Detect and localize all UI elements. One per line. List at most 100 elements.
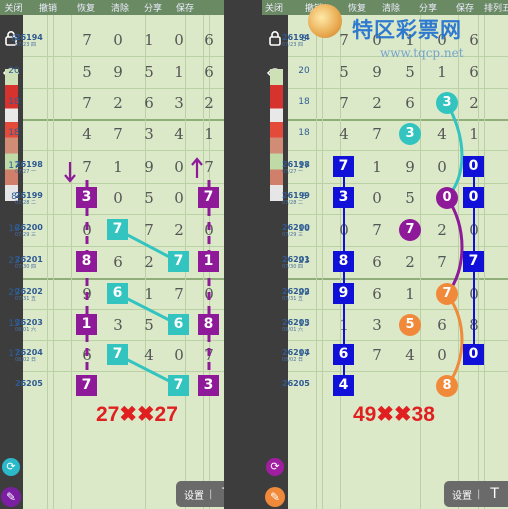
- digit-cell[interactable]: 5: [77, 62, 97, 82]
- digit-cell[interactable]: 4: [334, 124, 354, 144]
- refresh-icon[interactable]: ⟳: [266, 458, 284, 476]
- highlight-box[interactable]: 1: [76, 314, 97, 335]
- highlight-circle[interactable]: 3: [436, 92, 458, 114]
- digit-cell[interactable]: 0: [464, 284, 484, 304]
- digit-cell[interactable]: 9: [400, 157, 420, 177]
- highlight-circle[interactable]: 7: [436, 283, 458, 305]
- digit-cell[interactable]: 0: [199, 220, 219, 240]
- digit-cell[interactable]: 1: [199, 124, 219, 144]
- highlight-box[interactable]: 7: [76, 375, 97, 396]
- highlight-box[interactable]: 8: [333, 251, 354, 272]
- digit-cell[interactable]: 0: [169, 345, 189, 365]
- highlight-box[interactable]: 0: [463, 156, 484, 177]
- digit-cell[interactable]: 7: [77, 93, 97, 113]
- digit-cell[interactable]: 1: [432, 62, 452, 82]
- digit-cell[interactable]: 7: [367, 220, 387, 240]
- toolbar-close[interactable]: 关闭: [262, 1, 286, 14]
- digit-cell[interactable]: 5: [400, 62, 420, 82]
- toolbar-close[interactable]: 关闭: [0, 1, 27, 14]
- digit-cell[interactable]: 6: [464, 62, 484, 82]
- digit-cell[interactable]: 6: [199, 30, 219, 50]
- digit-cell[interactable]: 7: [77, 30, 97, 50]
- digit-cell[interactable]: 7: [432, 252, 452, 272]
- digit-cell[interactable]: 0: [432, 345, 452, 365]
- digit-cell[interactable]: 6: [77, 345, 97, 365]
- digit-cell[interactable]: 7: [367, 124, 387, 144]
- digit-cell[interactable]: 6: [367, 252, 387, 272]
- toolbar-undo[interactable]: 撤销: [27, 1, 69, 14]
- digit-cell[interactable]: 0: [77, 220, 97, 240]
- highlight-box[interactable]: 7: [333, 156, 354, 177]
- digit-cell[interactable]: 2: [400, 252, 420, 272]
- pen-icon[interactable]: ✎: [1, 487, 21, 507]
- digit-cell[interactable]: 6: [139, 93, 159, 113]
- digit-cell[interactable]: 7: [169, 284, 189, 304]
- highlight-box[interactable]: 4: [333, 375, 354, 396]
- toolbar-share[interactable]: 分享: [410, 1, 446, 14]
- digit-cell[interactable]: 2: [108, 93, 128, 113]
- digit-cell[interactable]: 0: [169, 188, 189, 208]
- toolbar-save[interactable]: 保存: [446, 1, 484, 14]
- digit-cell[interactable]: 1: [169, 62, 189, 82]
- highlight-box[interactable]: 7: [168, 375, 189, 396]
- digit-cell[interactable]: 7: [77, 157, 97, 177]
- digit-cell[interactable]: 0: [108, 30, 128, 50]
- toolbar-lottery-type[interactable]: 排列五: [484, 1, 508, 14]
- highlight-box[interactable]: 7: [463, 251, 484, 272]
- digit-cell[interactable]: 1: [108, 157, 128, 177]
- settings-button[interactable]: 设置| T: [444, 481, 508, 507]
- highlight-circle[interactable]: 7: [399, 219, 421, 241]
- digit-cell[interactable]: 2: [169, 220, 189, 240]
- digit-cell[interactable]: 0: [199, 284, 219, 304]
- digit-cell[interactable]: 4: [400, 345, 420, 365]
- digit-cell[interactable]: 0: [432, 157, 452, 177]
- digit-cell[interactable]: 6: [108, 252, 128, 272]
- highlight-box[interactable]: 7: [107, 219, 128, 240]
- digit-cell[interactable]: 3: [108, 315, 128, 335]
- toolbar-clear[interactable]: 清除: [372, 1, 410, 14]
- digit-cell[interactable]: 4: [432, 124, 452, 144]
- highlight-box[interactable]: 7: [198, 187, 219, 208]
- text-tool-icon[interactable]: T: [490, 486, 499, 502]
- digit-cell[interactable]: 4: [139, 345, 159, 365]
- digit-cell[interactable]: 7: [139, 220, 159, 240]
- digit-cell[interactable]: 6: [199, 62, 219, 82]
- digit-cell[interactable]: 2: [199, 93, 219, 113]
- digit-cell[interactable]: 6: [400, 93, 420, 113]
- digit-cell[interactable]: 2: [432, 220, 452, 240]
- digit-cell[interactable]: 7: [367, 345, 387, 365]
- digit-cell[interactable]: 3: [169, 93, 189, 113]
- digit-cell[interactable]: 1: [139, 30, 159, 50]
- digit-cell[interactable]: 9: [77, 284, 97, 304]
- toolbar-share[interactable]: 分享: [137, 1, 169, 14]
- refresh-icon[interactable]: ⟳: [2, 458, 20, 476]
- digit-cell[interactable]: 0: [169, 157, 189, 177]
- digit-cell[interactable]: 1: [139, 284, 159, 304]
- highlight-box[interactable]: 6: [333, 344, 354, 365]
- highlight-box[interactable]: 7: [107, 344, 128, 365]
- digit-cell[interactable]: 7: [199, 345, 219, 365]
- digit-cell[interactable]: 4: [77, 124, 97, 144]
- digit-cell[interactable]: 9: [108, 62, 128, 82]
- highlight-box[interactable]: 3: [333, 187, 354, 208]
- digit-cell[interactable]: 8: [464, 315, 484, 335]
- digit-cell[interactable]: 6: [367, 284, 387, 304]
- digit-cell[interactable]: 0: [169, 30, 189, 50]
- digit-cell[interactable]: 4: [169, 124, 189, 144]
- digit-cell[interactable]: 1: [464, 124, 484, 144]
- digit-cell[interactable]: 2: [367, 93, 387, 113]
- digit-cell[interactable]: 6: [432, 315, 452, 335]
- highlight-box[interactable]: 8: [198, 314, 219, 335]
- digit-cell[interactable]: 0: [464, 220, 484, 240]
- toolbar-redo[interactable]: 恢复: [342, 1, 372, 14]
- highlight-box[interactable]: 9: [333, 283, 354, 304]
- highlight-circle[interactable]: 8: [436, 375, 458, 397]
- digit-cell[interactable]: 0: [367, 188, 387, 208]
- digit-cell[interactable]: 1: [400, 284, 420, 304]
- highlight-box[interactable]: 6: [168, 314, 189, 335]
- digit-cell[interactable]: 3: [367, 315, 387, 335]
- digit-cell[interactable]: 7: [199, 157, 219, 177]
- digit-cell[interactable]: 5: [400, 188, 420, 208]
- highlight-circle[interactable]: 0: [436, 187, 458, 209]
- digit-cell[interactable]: 5: [139, 315, 159, 335]
